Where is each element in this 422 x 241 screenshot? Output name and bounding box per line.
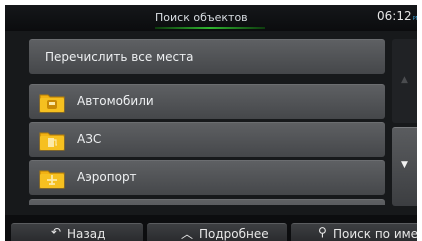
search-icon: ⚲ [318,225,327,239]
car-category-icon [39,91,65,113]
back-button-label: Назад [67,227,106,241]
more-button[interactable]: ︿ Подробнее [147,223,287,241]
back-arrow-icon: ↶ [51,225,62,239]
more-button-label: Подробнее [199,227,269,241]
list-item-label: Автомобили [77,94,154,108]
title-underline [155,27,265,29]
list-item-label: АЗС [77,132,102,146]
list-item-next-partial[interactable] [29,199,385,205]
search-by-name-button[interactable]: ⚲ Поиск по имени [291,223,417,241]
clock: 06:12PM [377,9,417,23]
list-item-cars[interactable]: Автомобили [29,84,385,119]
clock-time: 06:12 [377,9,412,23]
poi-category-list: Перечислить все места Автомобили АЗС Аэр… [29,39,385,205]
fuel-station-category-icon [39,129,65,151]
back-button[interactable]: ↶ Назад [11,223,143,241]
clock-ampm: PM [412,16,417,22]
list-item-all-places[interactable]: Перечислить все места [29,39,385,74]
triangle-down-icon: ▼ [401,160,408,170]
header-bar: Поиск объектов 06:12PM [5,5,417,31]
screen-title: Поиск объектов [155,11,248,24]
list-item-airport[interactable]: Аэропорт [29,160,385,195]
airport-category-icon [39,167,65,189]
list-item-label: Перечислить все места [45,50,194,64]
screen: Поиск объектов 06:12PM Перечислить все м… [0,0,422,241]
triangle-up-icon: ▲ [401,75,408,85]
search-button-label: Поиск по имени [333,227,417,241]
navigation-device-screen: Поиск объектов 06:12PM Перечислить все м… [5,5,417,241]
scroll-down-button[interactable]: ▼ [392,127,417,206]
list-item-fuel-stations[interactable]: АЗС [29,122,385,157]
list-item-label: Аэропорт [77,170,137,184]
chevron-up-icon: ︿ [181,227,194,241]
bottom-bar: ↶ Назад ︿ Подробнее ⚲ Поиск по имени [5,215,417,241]
scroll-up-button[interactable]: ▲ [392,39,417,123]
